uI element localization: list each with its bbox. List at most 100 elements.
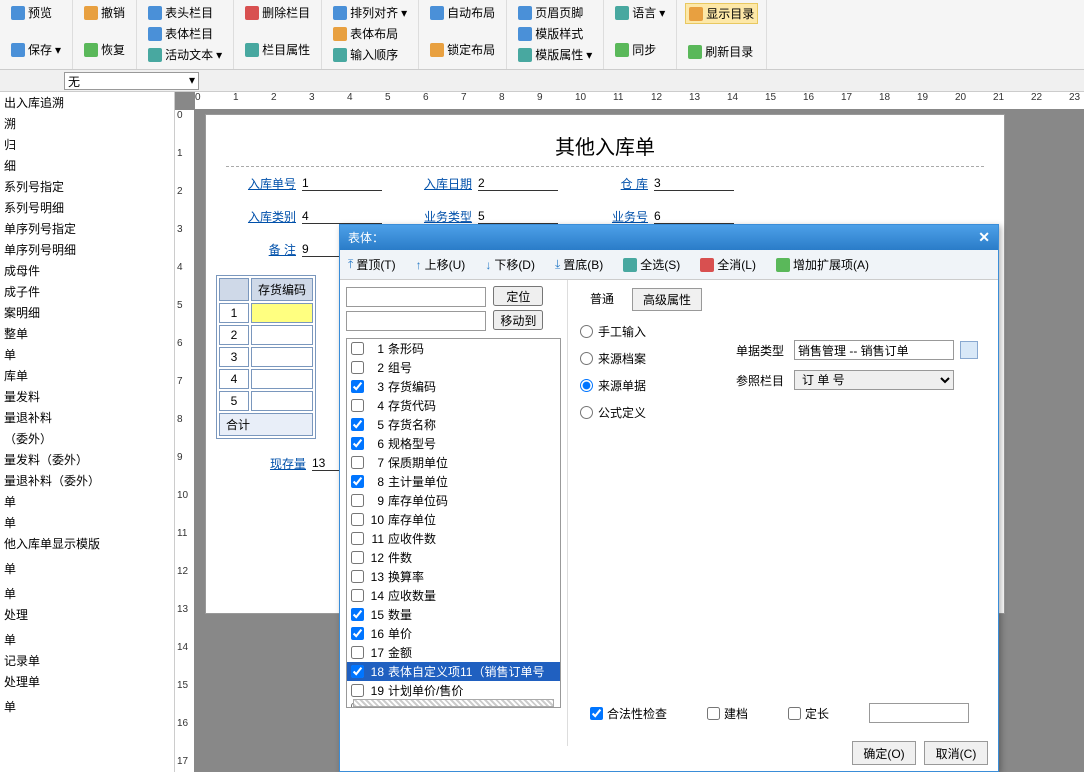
sidebar-item[interactable]: 细 <box>0 155 174 176</box>
sidebar-item[interactable]: 库单 <box>0 365 174 386</box>
close-icon[interactable]: ✕ <box>978 229 990 246</box>
field-checkbox[interactable] <box>351 589 364 602</box>
add-ext-button[interactable]: 增加扩展项(A) <box>772 254 873 275</box>
field-list[interactable]: 1条形码2组号3存货编码4存货代码5存货名称6规格型号7保质期单位8主计量单位9… <box>346 338 561 708</box>
field-checkbox[interactable] <box>351 665 364 678</box>
dialog-titlebar[interactable]: 表体： ✕ <box>340 225 998 250</box>
moveto-input[interactable] <box>346 311 486 331</box>
sidebar-item[interactable]: 系列号明细 <box>0 197 174 218</box>
sidebar-item[interactable]: 单序列号指定 <box>0 218 174 239</box>
sidebar-item[interactable]: 量发料（委外） <box>0 449 174 470</box>
style-dropdown[interactable]: 无▾ <box>64 72 199 90</box>
sidebar-item[interactable]: 量退补料 <box>0 407 174 428</box>
sidebar-item[interactable]: 溯 <box>0 113 174 134</box>
radio-formula[interactable]: 公式定义 <box>580 404 986 421</box>
body-table[interactable]: 存货编码 12345 合计 <box>216 275 316 439</box>
field-value[interactable]: 6 <box>654 209 734 224</box>
fixed-len-check[interactable]: 定长 <box>788 705 829 722</box>
col-header[interactable]: 存货编码 <box>251 278 313 301</box>
undo-button[interactable]: 撤销 <box>81 3 128 22</box>
table-cell[interactable] <box>251 369 313 389</box>
field-value[interactable]: 1 <box>302 176 382 191</box>
radio-manual[interactable]: 手工输入 <box>580 323 986 340</box>
field-value[interactable]: 5 <box>478 209 558 224</box>
sidebar-item[interactable]: 单 <box>0 629 174 650</box>
sidebar-item[interactable]: 单 <box>0 344 174 365</box>
locate-input[interactable] <box>346 287 486 307</box>
row-num[interactable]: 2 <box>219 325 249 345</box>
field-item[interactable]: 19计划单价/售价 <box>347 681 560 700</box>
clear-all-button[interactable]: 全消(L) <box>696 254 760 275</box>
col-props-button[interactable]: 栏目属性 <box>242 40 313 59</box>
validity-check[interactable]: 合法性检查 <box>590 705 667 722</box>
sidebar-item[interactable]: 处理单 <box>0 671 174 692</box>
row-num[interactable]: 5 <box>219 391 249 411</box>
restore-button[interactable]: 恢复 <box>81 40 128 59</box>
sidebar-item[interactable]: 成子件 <box>0 281 174 302</box>
up-button[interactable]: ↑上移(U) <box>412 254 470 275</box>
field-item[interactable]: 2组号 <box>347 358 560 377</box>
sidebar-item[interactable]: 归 <box>0 134 174 155</box>
sidebar-item[interactable]: 整单 <box>0 323 174 344</box>
field-checkbox[interactable] <box>351 399 364 412</box>
field-checkbox[interactable] <box>351 494 364 507</box>
sidebar-item[interactable]: 成母件 <box>0 260 174 281</box>
sidebar-item[interactable]: 他入库单显示模版 <box>0 533 174 554</box>
field-item[interactable]: 14应收数量 <box>347 586 560 605</box>
active-text-button[interactable]: 活动文本 ▾ <box>145 45 225 64</box>
field-item[interactable]: 15数量 <box>347 605 560 624</box>
row-num[interactable]: 1 <box>219 303 249 323</box>
moveto-button[interactable]: 移动到 <box>493 310 543 330</box>
sidebar-item[interactable]: 单 <box>0 696 174 717</box>
sidebar-item[interactable]: 案明细 <box>0 302 174 323</box>
sidebar-item[interactable]: 单 <box>0 583 174 604</box>
align-button[interactable]: 排列对齐 ▾ <box>330 3 410 22</box>
field-value[interactable]: 3 <box>654 176 734 191</box>
tmpl-props-button[interactable]: 模版属性 ▾ <box>515 45 595 64</box>
field-item[interactable]: 3存货编码 <box>347 377 560 396</box>
sidebar-item[interactable]: 出入库追溯 <box>0 92 174 113</box>
row-num[interactable]: 3 <box>219 347 249 367</box>
lookup-icon[interactable] <box>960 341 978 359</box>
field-checkbox[interactable] <box>351 475 364 488</box>
resize-handle[interactable] <box>353 699 554 707</box>
preview-button[interactable]: 预览 <box>8 3 64 22</box>
language-button[interactable]: 语言 ▾ <box>612 3 668 22</box>
field-item[interactable]: 5存货名称 <box>347 415 560 434</box>
tab-advanced[interactable]: 高级属性 <box>632 288 702 311</box>
field-checkbox[interactable] <box>351 513 364 526</box>
field-item[interactable]: 16单价 <box>347 624 560 643</box>
sync-button[interactable]: 同步 <box>612 40 668 59</box>
field-item[interactable]: 17金额 <box>347 643 560 662</box>
archive-check[interactable]: 建档 <box>707 705 748 722</box>
field-item[interactable]: 13换算率 <box>347 567 560 586</box>
field-checkbox[interactable] <box>351 437 364 450</box>
auto-layout-button[interactable]: 自动布局 <box>427 3 498 22</box>
field-checkbox[interactable] <box>351 570 364 583</box>
ok-button[interactable]: 确定(O) <box>852 741 916 765</box>
field-checkbox[interactable] <box>351 627 364 640</box>
sidebar-item[interactable]: 单 <box>0 491 174 512</box>
field-checkbox[interactable] <box>351 684 364 697</box>
field-item[interactable]: 10库存单位 <box>347 510 560 529</box>
show-toc-button[interactable]: 显示目录 <box>685 3 758 24</box>
field-item[interactable]: 11应收件数 <box>347 529 560 548</box>
field-item[interactable]: 8主计量单位 <box>347 472 560 491</box>
field-value[interactable]: 4 <box>302 209 382 224</box>
body-col-button[interactable]: 表体栏目 <box>145 24 225 43</box>
sidebar-item[interactable]: 量退补料（委外） <box>0 470 174 491</box>
field-item[interactable]: 18表体自定义项11（销售订单号 <box>347 662 560 681</box>
field-checkbox[interactable] <box>351 342 364 355</box>
field-checkbox[interactable] <box>351 532 364 545</box>
fixed-len-input[interactable] <box>869 703 969 723</box>
tmpl-style-button[interactable]: 模版样式 <box>515 24 595 43</box>
table-cell[interactable] <box>251 303 313 323</box>
field-checkbox[interactable] <box>351 646 364 659</box>
field-item[interactable]: 9库存单位码 <box>347 491 560 510</box>
field-item[interactable]: 6规格型号 <box>347 434 560 453</box>
field-value[interactable]: 2 <box>478 176 558 191</box>
sidebar-item[interactable]: 系列号指定 <box>0 176 174 197</box>
table-layout-button[interactable]: 表体布局 <box>330 24 410 43</box>
sidebar-item[interactable]: 单序列号明细 <box>0 239 174 260</box>
field-checkbox[interactable] <box>351 361 364 374</box>
